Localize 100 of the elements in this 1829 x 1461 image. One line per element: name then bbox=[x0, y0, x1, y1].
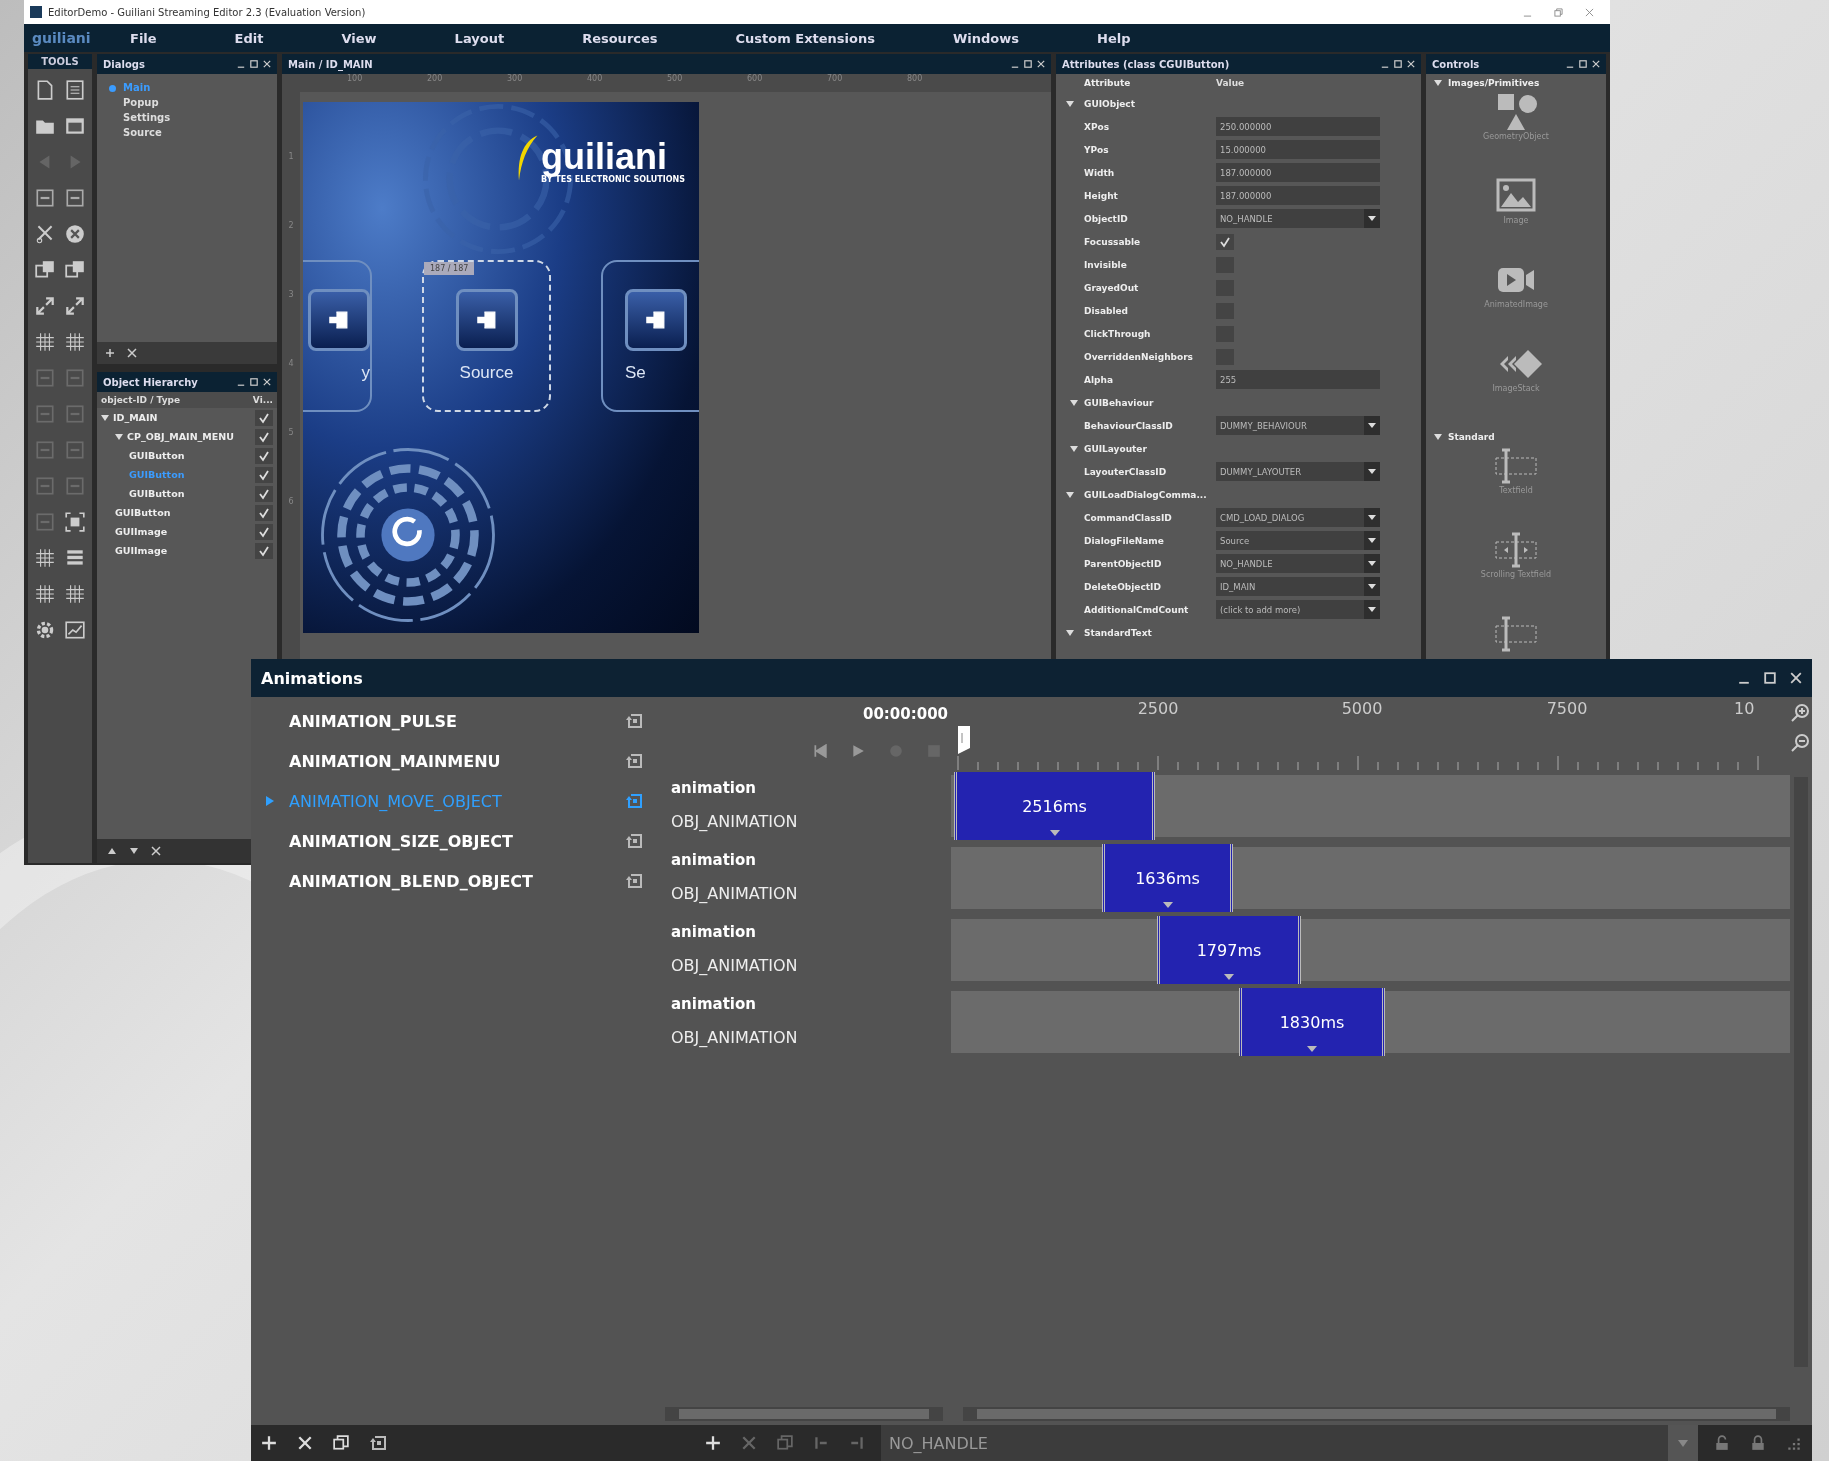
tree-item[interactable]: GUIImage bbox=[97, 522, 277, 541]
animation-item[interactable]: ANIMATION_BLEND_OBJECT bbox=[251, 861, 665, 901]
value-field[interactable]: 187.000000 bbox=[1216, 186, 1380, 205]
value-dropdown[interactable]: NO_HANDLE bbox=[1216, 209, 1380, 228]
grid-icon[interactable] bbox=[64, 331, 86, 353]
value-dropdown[interactable]: DUMMY_BEHAVIOUR bbox=[1216, 416, 1380, 435]
animation-clip[interactable]: 1797ms bbox=[1157, 916, 1301, 984]
design-button[interactable]: y bbox=[303, 260, 372, 412]
value-field[interactable]: 187.000000 bbox=[1216, 163, 1380, 182]
list-icon[interactable] bbox=[64, 79, 86, 101]
align-end-icon[interactable] bbox=[849, 1435, 865, 1451]
horizontal-scrollbar[interactable] bbox=[665, 1407, 943, 1421]
checkbox[interactable] bbox=[255, 523, 273, 540]
menu-item[interactable]: Windows bbox=[953, 30, 1020, 46]
expand-arrow-icon[interactable] bbox=[1434, 434, 1442, 440]
close-icon[interactable] bbox=[1592, 60, 1600, 68]
value-field[interactable]: 250.000000 bbox=[1216, 117, 1380, 136]
checkbox[interactable] bbox=[255, 504, 273, 521]
restore-icon[interactable] bbox=[1554, 7, 1563, 17]
grid-icon[interactable] bbox=[34, 583, 56, 605]
maximize-icon[interactable] bbox=[1579, 60, 1587, 68]
tree-item[interactable]: CP_OBJ_MAIN_MENU bbox=[97, 427, 277, 446]
add-icon[interactable] bbox=[105, 348, 115, 358]
checkbox[interactable] bbox=[1216, 233, 1234, 250]
menu-item[interactable]: Custom Extensions bbox=[735, 30, 875, 46]
menu-item[interactable]: Layout bbox=[454, 30, 505, 46]
animation-item[interactable]: ANIMATION_SIZE_OBJECT bbox=[251, 821, 665, 861]
value-dropdown[interactable]: CMD_LOAD_DIALOG bbox=[1216, 508, 1380, 527]
menu-item[interactable]: Edit bbox=[234, 30, 264, 46]
value-dropdown[interactable]: ID_MAIN bbox=[1216, 577, 1380, 596]
value-dropdown[interactable]: (click to add more) bbox=[1216, 600, 1380, 619]
loop-icon[interactable] bbox=[625, 831, 645, 851]
expand-arrow-icon[interactable] bbox=[1066, 491, 1074, 498]
expand-arrow-icon[interactable] bbox=[1070, 399, 1078, 406]
grid-icon[interactable] bbox=[34, 331, 56, 353]
add-icon[interactable] bbox=[705, 1435, 721, 1451]
column-header[interactable]: Vi... bbox=[252, 395, 273, 405]
checkbox[interactable] bbox=[255, 542, 273, 559]
design-button[interactable]: Se bbox=[601, 260, 699, 412]
move-down-icon[interactable] bbox=[129, 846, 139, 856]
expand-arrow-icon[interactable] bbox=[1066, 629, 1074, 636]
lock-icon[interactable] bbox=[1750, 1435, 1766, 1451]
menu-item[interactable]: View bbox=[341, 30, 377, 46]
expand-arrow-icon[interactable] bbox=[1066, 100, 1074, 107]
menu-item[interactable]: Help bbox=[1097, 30, 1131, 46]
section-header[interactable]: Images/Primitives bbox=[1448, 78, 1540, 88]
duplicate-icon[interactable] bbox=[333, 1435, 349, 1451]
align-start-icon[interactable] bbox=[813, 1435, 829, 1451]
chart-icon[interactable] bbox=[64, 619, 86, 641]
unlock-icon[interactable] bbox=[1714, 1435, 1730, 1451]
close-icon[interactable] bbox=[263, 60, 271, 68]
animation-clip[interactable]: 1830ms bbox=[1239, 988, 1385, 1056]
close-icon[interactable] bbox=[1037, 60, 1045, 68]
value-dropdown[interactable]: Source bbox=[1216, 531, 1380, 550]
menu-item[interactable]: Resources bbox=[582, 30, 658, 46]
animation-item[interactable]: ANIMATION_MAINMENU bbox=[251, 741, 665, 781]
loop-icon[interactable] bbox=[625, 751, 645, 771]
checkbox[interactable] bbox=[255, 409, 273, 426]
maximize-icon[interactable] bbox=[1394, 60, 1402, 68]
maximize-icon[interactable] bbox=[250, 60, 258, 68]
resize-grip-icon[interactable] bbox=[1786, 1435, 1802, 1451]
value-field[interactable]: 15.000000 bbox=[1216, 140, 1380, 159]
loop-icon[interactable] bbox=[625, 711, 645, 731]
grid-icon[interactable] bbox=[34, 547, 56, 569]
zoom-out-icon[interactable] bbox=[1790, 733, 1810, 753]
animation-item[interactable]: ANIMATION_PULSE bbox=[251, 701, 665, 741]
collapse-icon[interactable] bbox=[64, 295, 86, 317]
value-field[interactable]: 255 bbox=[1216, 370, 1380, 389]
horizontal-scrollbar[interactable] bbox=[963, 1407, 1790, 1421]
value-dropdown[interactable]: NO_HANDLE bbox=[1216, 554, 1380, 573]
value-dropdown[interactable]: DUMMY_LAYOUTER bbox=[1216, 462, 1380, 481]
cancel-icon[interactable] bbox=[64, 223, 86, 245]
dialog-item[interactable]: Settings bbox=[107, 110, 267, 125]
column-header[interactable]: object-ID / Type bbox=[101, 395, 181, 405]
maximize-icon[interactable] bbox=[1024, 60, 1032, 68]
checkbox[interactable] bbox=[255, 466, 273, 483]
move-up-icon[interactable] bbox=[107, 846, 117, 856]
dialog-item[interactable]: Popup bbox=[107, 95, 267, 110]
add-icon[interactable] bbox=[261, 1435, 277, 1451]
maximize-icon[interactable] bbox=[1764, 672, 1776, 684]
animation-clip[interactable]: 2516ms bbox=[954, 772, 1155, 840]
close-icon[interactable] bbox=[263, 378, 271, 386]
object-dropdown[interactable]: NO_HANDLE bbox=[881, 1425, 1698, 1461]
tree-item[interactable]: GUIButton bbox=[97, 484, 277, 503]
tree-item[interactable]: GUIButton bbox=[97, 503, 277, 522]
zoom-in-icon[interactable] bbox=[1790, 703, 1810, 723]
play-icon[interactable] bbox=[851, 744, 865, 758]
grid-icon[interactable] bbox=[64, 583, 86, 605]
section-header[interactable]: Standard bbox=[1448, 432, 1495, 442]
expand-arrow-icon[interactable] bbox=[1434, 80, 1442, 86]
tree-item[interactable]: GUIImage bbox=[97, 541, 277, 560]
tree-item[interactable]: GUIButton bbox=[97, 446, 277, 465]
column-header[interactable]: Value bbox=[1216, 78, 1380, 88]
maximize-icon[interactable] bbox=[250, 378, 258, 386]
checkbox[interactable] bbox=[255, 428, 273, 445]
window-icon[interactable] bbox=[64, 115, 86, 137]
design-button[interactable]: 187 / 187 Source bbox=[422, 260, 551, 412]
focus-icon[interactable] bbox=[64, 511, 86, 533]
gear-icon[interactable] bbox=[34, 619, 56, 641]
loop-icon[interactable] bbox=[625, 871, 645, 891]
